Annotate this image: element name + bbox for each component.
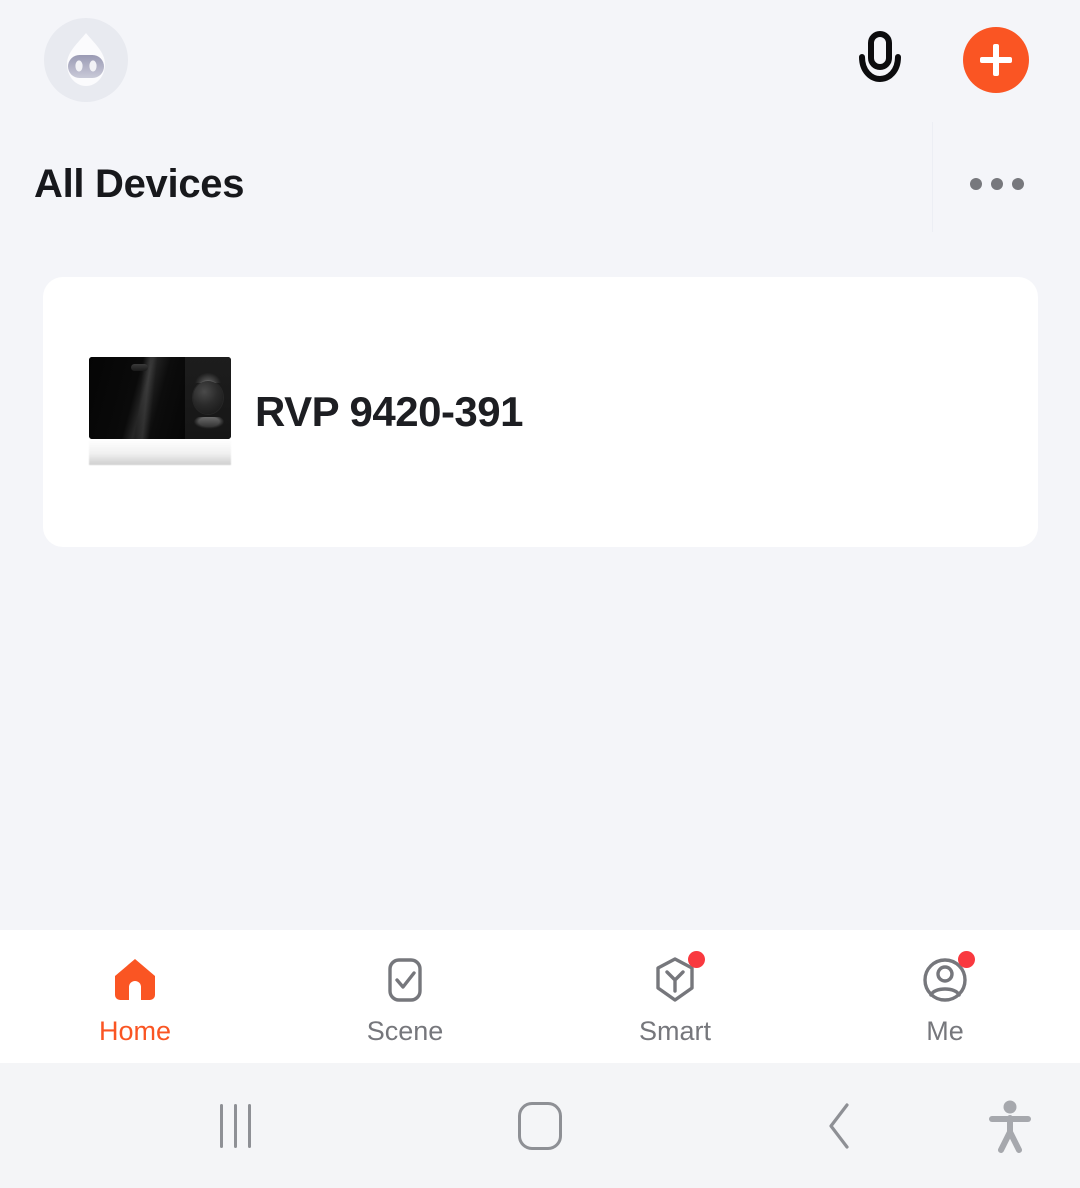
scene-icon [377,952,433,1008]
tab-me-label: Me [926,1016,964,1046]
device-reflection [89,439,231,465]
device-name: RVP 9420-391 [255,388,524,435]
more-options-button[interactable] [962,162,1032,206]
tab-smart-label: Smart [638,1016,711,1046]
page-title: All Devices [34,162,245,206]
system-recents-button[interactable] [155,1063,315,1188]
tab-scene[interactable]: Scene [270,930,540,1063]
title-row: All Devices [0,140,1080,228]
more-dot-1 [970,178,982,190]
microphone-icon [859,31,901,83]
avatar[interactable] [44,18,128,102]
app-root: All Devices RVP 9420-391 Home Scene Smar… [0,0,1080,1188]
profile-icon [917,951,975,1008]
add-device-button[interactable] [963,27,1029,93]
header-divider [932,122,933,232]
bottom-tab-bar: Home Scene Smart Me [0,930,1080,1063]
top-bar [0,0,1080,122]
accessibility-icon [989,1100,1031,1153]
device-control-panel [185,357,231,439]
home-square-icon [518,1101,562,1150]
tab-home-label: Home [98,1016,172,1046]
microwave-device-image [89,357,231,439]
smart-badge [688,951,705,968]
device-handle [131,364,148,371]
system-back-button[interactable] [760,1063,920,1188]
tab-me[interactable]: Me [810,930,1080,1063]
voice-button[interactable] [849,26,911,94]
device-card[interactable]: RVP 9420-391 [43,277,1038,547]
system-accessibility-button[interactable] [950,1063,1070,1188]
me-badge [958,951,975,968]
system-home-button[interactable] [460,1063,620,1188]
plus-icon-vertical [993,44,999,76]
tab-smart[interactable]: Smart [540,930,810,1063]
back-chevron-icon [829,1102,849,1149]
smart-icon [647,951,705,1008]
more-dot-2 [991,178,1003,190]
system-navigation-bar [0,1063,1080,1188]
device-brand-logo [194,417,224,429]
tab-scene-label: Scene [366,1016,444,1046]
device-knob [193,381,223,414]
avatar-icon [67,33,105,86]
home-icon [107,952,163,1008]
more-dot-3 [1012,178,1024,190]
device-thumbnail [89,357,231,467]
recents-icon [219,1103,251,1148]
tab-home[interactable]: Home [0,930,270,1063]
